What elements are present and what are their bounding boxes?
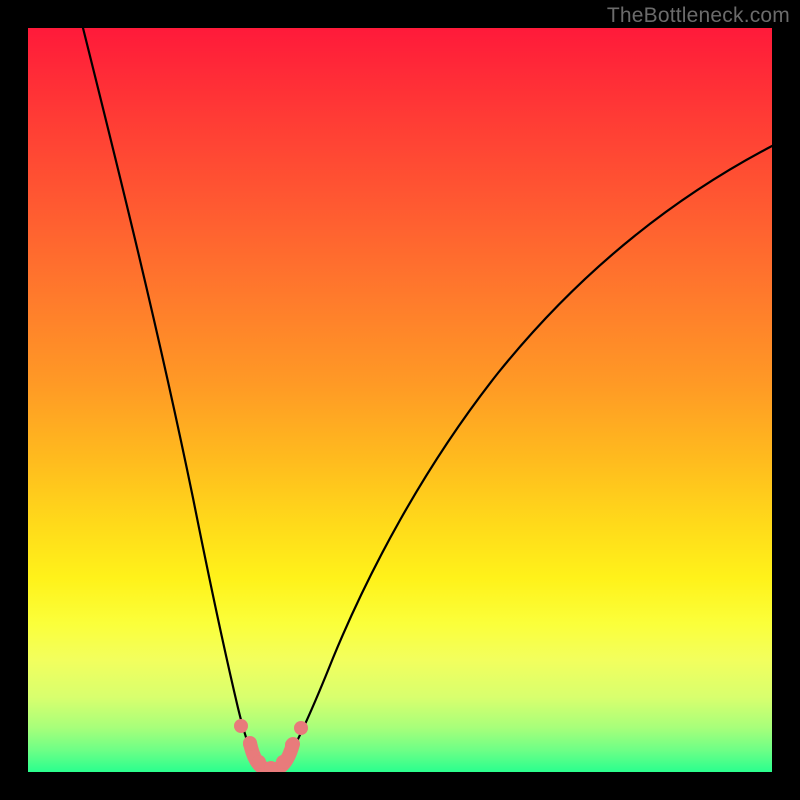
watermark-text: TheBottleneck.com (607, 4, 790, 28)
marker-dot (276, 755, 290, 769)
marker-dot (243, 737, 257, 751)
marker-dot (285, 738, 299, 752)
marker-dot (252, 755, 266, 769)
marker-dot (234, 719, 248, 733)
plot-area (28, 28, 772, 772)
outer-frame: TheBottleneck.com (0, 0, 800, 800)
minimum-marker (28, 28, 772, 772)
marker-dot (294, 721, 308, 735)
